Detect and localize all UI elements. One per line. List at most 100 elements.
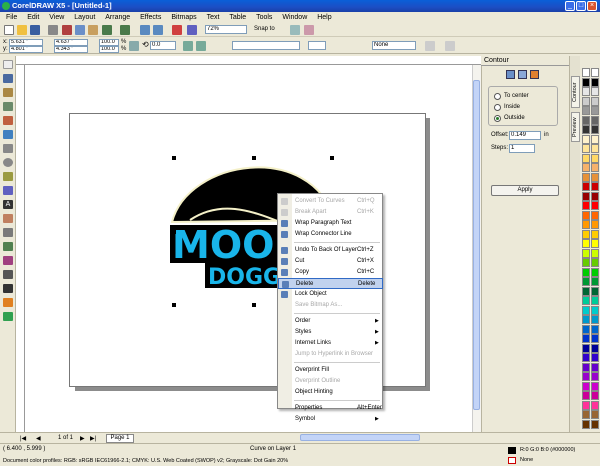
undo-icon[interactable] [102, 25, 112, 35]
palette-swatch[interactable] [591, 239, 599, 248]
menu-item-styles[interactable]: Styles ▶ [278, 327, 383, 338]
polygon-tool-icon[interactable] [3, 172, 13, 181]
palette-swatch[interactable] [582, 296, 590, 305]
start-arrow-select[interactable] [308, 41, 326, 50]
menu-item-wrap-connector-line[interactable]: Wrap Connector Line [278, 229, 383, 240]
palette-swatch[interactable] [591, 277, 599, 286]
palette-swatch[interactable] [582, 191, 590, 201]
palette-swatch[interactable] [591, 258, 599, 267]
menu-item-wrap-paragraph-text[interactable]: Wrap Paragraph Text [278, 218, 383, 229]
palette-swatch[interactable] [591, 334, 599, 343]
last-page-icon[interactable]: ▶| [90, 435, 96, 442]
palette-swatch[interactable] [582, 96, 590, 106]
page-tab[interactable]: Page 1 [106, 434, 134, 443]
menu-help[interactable]: Help [317, 12, 331, 23]
menu-item-delete[interactable]: Delete Delete [278, 278, 383, 289]
palette-swatch[interactable] [582, 134, 590, 144]
palette-swatch[interactable] [582, 343, 590, 353]
palette-swatch[interactable] [591, 134, 599, 144]
palette-swatch[interactable] [582, 87, 590, 96]
fill-swatch[interactable] [508, 447, 516, 454]
menu-item-undo-to-back-of-layer[interactable]: Undo To Back Of Layer Ctrl+Z [278, 245, 383, 256]
height-field[interactable]: 4.343 " [54, 46, 88, 53]
palette-swatch[interactable] [582, 229, 590, 239]
palette-swatch[interactable] [591, 68, 599, 77]
palette-swatch[interactable] [582, 277, 590, 286]
palette-swatch[interactable] [582, 106, 590, 115]
selection-handle[interactable] [252, 156, 256, 160]
palette-swatch[interactable] [582, 324, 590, 334]
minimize-button[interactable]: _ [565, 1, 575, 11]
outside-radio[interactable] [494, 115, 501, 122]
palette-swatch[interactable] [582, 372, 590, 381]
palette-swatch[interactable] [591, 381, 599, 391]
outline-swatch[interactable] [508, 457, 516, 464]
palette-swatch[interactable] [591, 163, 599, 172]
palette-swatch[interactable] [591, 343, 599, 353]
palette-swatch[interactable] [591, 153, 599, 163]
apply-button[interactable]: Apply [491, 185, 559, 196]
mirror-horizontal-icon[interactable] [183, 41, 193, 51]
line-style-select[interactable] [232, 41, 300, 50]
menu-layout[interactable]: Layout [74, 12, 95, 23]
options-icon[interactable] [290, 25, 300, 35]
lock-ratio-icon[interactable] [129, 41, 139, 51]
palette-swatch[interactable] [582, 286, 590, 296]
palette-swatch[interactable] [582, 172, 590, 182]
steps-field[interactable]: 1 [509, 144, 535, 153]
zoom-level-select[interactable]: 72% [205, 25, 247, 34]
palette-swatch[interactable] [591, 410, 599, 419]
first-page-icon[interactable]: |◀ [20, 435, 26, 442]
to-front-icon[interactable] [445, 41, 455, 51]
contour-lines-icon[interactable] [518, 70, 527, 79]
dimension-tool-icon[interactable] [3, 228, 13, 237]
palette-swatch[interactable] [582, 144, 590, 153]
palette-swatch[interactable] [582, 220, 590, 229]
palette-swatch[interactable] [582, 115, 590, 125]
palette-swatch[interactable] [582, 258, 590, 267]
maximize-button[interactable]: □ [576, 1, 586, 11]
outline-width-select[interactable]: None [372, 41, 416, 50]
rectangle-tool-icon[interactable] [3, 144, 13, 153]
menu-item-copy[interactable]: Copy Ctrl+C [278, 267, 383, 278]
eyedropper-tool-icon[interactable] [3, 270, 13, 279]
next-page-icon[interactable]: ▶ [80, 435, 85, 442]
palette-swatch[interactable] [591, 391, 599, 400]
palette-swatch[interactable] [582, 153, 590, 163]
text-tool-icon[interactable]: A [3, 200, 13, 209]
wrap-text-icon[interactable] [425, 41, 435, 51]
print-icon[interactable] [48, 25, 58, 35]
inside-radio[interactable] [494, 104, 501, 111]
palette-swatch[interactable] [591, 267, 599, 277]
offset-field[interactable]: 0.149 [509, 131, 541, 140]
palette-swatch[interactable] [591, 220, 599, 229]
palette-swatch[interactable] [582, 163, 590, 172]
contour-inside-icon[interactable] [506, 70, 515, 79]
palette-swatch[interactable] [591, 372, 599, 381]
interactive-fill-icon[interactable] [3, 312, 13, 321]
menu-edit[interactable]: Edit [27, 12, 39, 23]
y-position-field[interactable]: 4.801 " [9, 46, 43, 53]
palette-swatch[interactable] [582, 419, 590, 429]
menu-effects[interactable]: Effects [140, 12, 161, 23]
outline-pen-icon[interactable] [3, 284, 13, 293]
tab-contour[interactable]: Contour [571, 76, 580, 108]
palette-swatch[interactable] [591, 296, 599, 305]
palette-swatch[interactable] [591, 248, 599, 258]
palette-swatch[interactable] [591, 125, 599, 134]
scale-x-field[interactable]: 100.0 [99, 39, 119, 46]
palette-swatch[interactable] [582, 362, 590, 372]
open-folder-icon[interactable] [17, 25, 27, 35]
menu-item-lock-object[interactable]: Lock Object [278, 289, 383, 300]
palette-swatch[interactable] [591, 353, 599, 362]
menu-item-object-hinting[interactable]: Object Hinting [278, 387, 383, 398]
save-icon[interactable] [30, 25, 40, 35]
palette-swatch[interactable] [591, 172, 599, 182]
menu-item-symbol[interactable]: Symbol ▶ [278, 414, 383, 425]
selection-handle[interactable] [252, 303, 256, 307]
palette-swatch[interactable] [591, 201, 599, 210]
palette-swatch[interactable] [591, 315, 599, 324]
palette-swatch[interactable] [582, 305, 590, 315]
palette-swatch[interactable] [582, 210, 590, 220]
palette-swatch[interactable] [591, 144, 599, 153]
